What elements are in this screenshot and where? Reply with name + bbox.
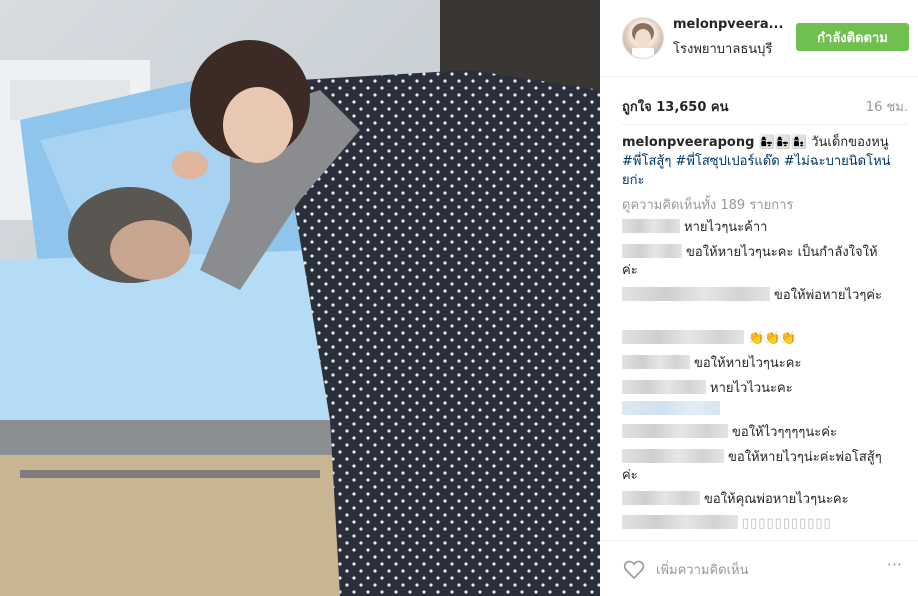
comment-text: ขอให้คุณพ่อหายไวๆนะคะ — [704, 492, 849, 507]
ellipsis-icon[interactable]: ··· — [887, 555, 902, 574]
comment-item: ▯▯▯▯▯▯▯▯▯▯▯ — [622, 515, 892, 533]
comment-text: หายไวไวนะคะ — [710, 381, 793, 396]
comment-text: ขอให้พ่อหายไวๆค่ะ — [774, 288, 882, 303]
comment-text: ขอให้หายไวๆนะคะ — [694, 356, 802, 371]
blurred-username — [622, 449, 724, 463]
caption-hashtags[interactable]: #พี่โสสู้ๆ #พี่โสซุปเปอร์แด๊ด #ไม่ฉะบายน… — [622, 154, 891, 188]
post-time[interactable]: 16 ชม. — [866, 96, 908, 117]
comment-text: ขอให้ไวๆๆๆๆนะค่ะ — [732, 425, 837, 440]
add-comment-input[interactable]: เพิ่มความคิดเห็น — [656, 559, 749, 580]
location-link[interactable]: โรงพยาบาลธนบุรี — [673, 38, 772, 59]
blurred-username — [622, 401, 720, 415]
photo-illustration — [0, 0, 600, 596]
comment-item: ขอให้หายไวๆน่ะค่ะพ่อโสสู้ๆค่ะ — [622, 449, 892, 485]
caption-text: 👩‍👧👩‍👧👩‍👦 วันเด็กของหนู — [758, 135, 889, 150]
divider — [622, 124, 908, 125]
comment-item: 👏👏👏 — [622, 330, 892, 348]
blurred-username — [622, 515, 738, 529]
blurred-username — [622, 219, 680, 233]
comment-item: ขอให้หายไวๆนะคะ เป็นกำลังใจให้ค่ะ — [622, 244, 892, 280]
comment-item: ขอให้คุณพ่อหายไวๆนะคะ — [622, 491, 892, 509]
blurred-username — [622, 424, 728, 438]
username-link[interactable]: melonpveera... — [673, 17, 783, 32]
avatar[interactable] — [622, 17, 664, 59]
comment-item: หายไวไวนะคะ — [622, 380, 892, 398]
comment-item: ขอให้ไวๆๆๆๆนะค่ะ — [622, 424, 892, 442]
heart-outline-icon[interactable] — [622, 557, 646, 581]
comment-text: หายไวๆนะค้าา — [684, 220, 768, 235]
post-footer: เพิ่มความคิดเห็น ··· — [600, 540, 918, 596]
blurred-username — [622, 491, 700, 505]
blurred-username — [622, 330, 744, 344]
comment-item: ขอให้หายไวๆนะคะ — [622, 355, 892, 373]
blurred-username — [622, 244, 682, 258]
comment-item — [622, 401, 892, 419]
blurred-username — [622, 355, 690, 369]
comment-text: ▯▯▯▯▯▯▯▯▯▯▯ — [742, 516, 832, 531]
post-photo[interactable] — [0, 0, 600, 596]
comment-item: หายไวๆนะค้าา — [622, 219, 892, 237]
post-side-panel: melonpveera... โรงพยาบาลธนบุรี กำลังติดต… — [600, 0, 918, 596]
blurred-username — [622, 287, 770, 301]
following-button[interactable]: กำลังติดตาม — [796, 23, 909, 51]
instagram-post: melonpveera... โรงพยาบาลธนบุรี กำลังติดต… — [0, 0, 918, 596]
post-header: melonpveera... โรงพยาบาลธนบุรี กำลังติดต… — [600, 0, 918, 77]
blurred-username — [622, 380, 706, 394]
avatar-face-icon — [632, 23, 654, 58]
comment-item: ขอให้พ่อหายไวๆค่ะ — [622, 287, 892, 305]
caption-username-link[interactable]: melonpveerapong — [622, 135, 754, 150]
like-count[interactable]: ถูกใจ 13,650 คน — [622, 96, 729, 117]
view-all-comments-link[interactable]: ดูความคิดเห็นทั้ง 189 รายการ — [622, 194, 793, 215]
caption: melonpveerapong 👩‍👧👩‍👧👩‍👦 วันเด็กของหนู … — [622, 133, 892, 190]
comment-text: 👏👏👏 — [748, 331, 797, 346]
